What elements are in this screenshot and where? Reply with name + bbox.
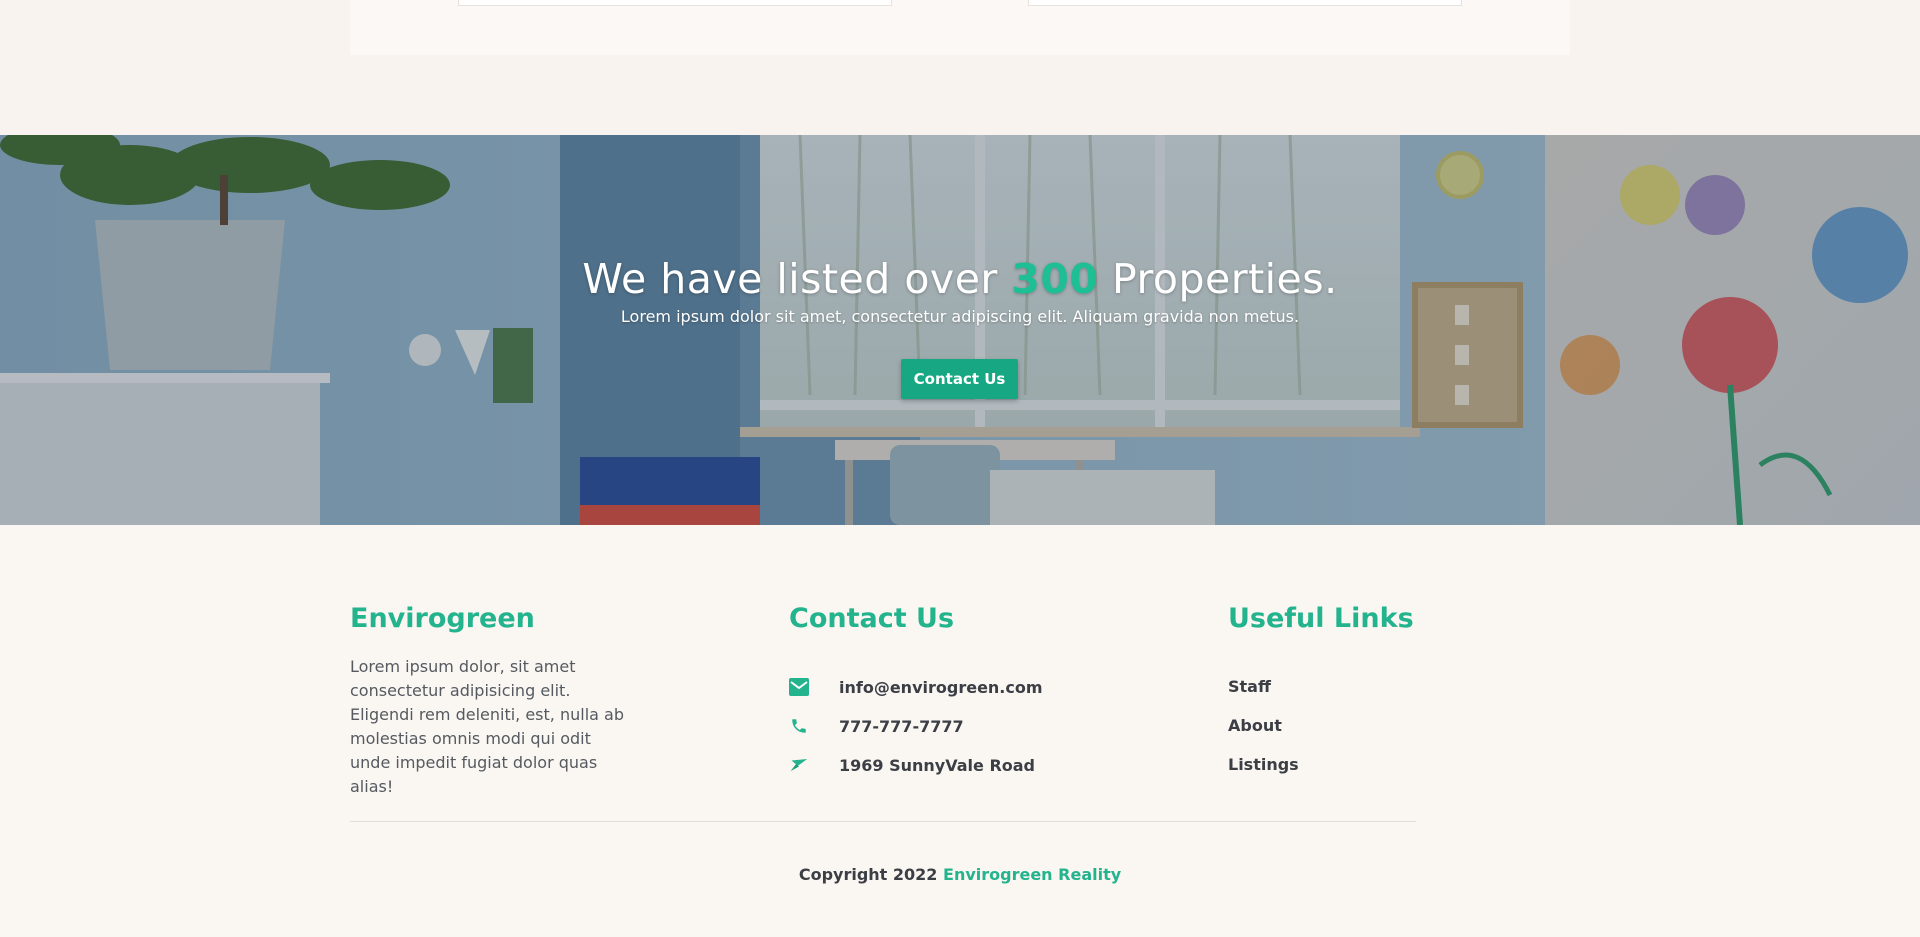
footer-contact-title: Contact Us xyxy=(789,603,955,634)
copyright: Copyright 2022 Envirogreen Reality xyxy=(0,865,1920,884)
footer-link-listings[interactable]: Listings xyxy=(1228,755,1299,774)
hero-subtitle: Lorem ipsum dolor sit amet, consectetur … xyxy=(620,307,1300,326)
footer: Envirogreen Lorem ipsum dolor, sit amet … xyxy=(0,525,1920,937)
contact-address-item[interactable]: 1969 SunnyVale Road xyxy=(789,753,1035,777)
hero-title-number: 300 xyxy=(1011,255,1099,303)
copyright-brand-link[interactable]: Envirogreen Reality xyxy=(943,865,1121,884)
footer-divider xyxy=(350,821,1416,822)
top-section xyxy=(0,0,1920,135)
hero-content: We have listed over 300 Properties. Lore… xyxy=(0,135,1920,525)
contact-address-text: 1969 SunnyVale Road xyxy=(839,755,1035,775)
footer-link-about[interactable]: About xyxy=(1228,716,1282,735)
phone-icon xyxy=(789,716,809,736)
copyright-prefix: Copyright 2022 xyxy=(798,865,938,884)
hero-banner: We have listed over 300 Properties. Lore… xyxy=(0,135,1920,525)
hero-title-before: We have listed over xyxy=(582,255,1012,303)
footer-link-staff[interactable]: Staff xyxy=(1228,677,1271,696)
contact-phone-item[interactable]: 777-777-7777 xyxy=(789,714,964,738)
contact-us-button[interactable]: Contact Us xyxy=(901,359,1018,399)
send-icon xyxy=(789,755,809,775)
footer-links-title: Useful Links xyxy=(1228,603,1414,634)
contact-phone-text: 777-777-7777 xyxy=(839,716,964,736)
footer-about-text: Lorem ipsum dolor, sit amet consectetur … xyxy=(350,657,624,796)
top-card-box-right xyxy=(1028,0,1462,6)
top-card-box-left xyxy=(458,0,892,6)
contact-email-item[interactable]: info@envirogreen.com xyxy=(789,675,1043,699)
contact-email-text: info@envirogreen.com xyxy=(839,677,1043,697)
page: We have listed over 300 Properties. Lore… xyxy=(0,0,1920,937)
hero-title-after: Properties. xyxy=(1098,255,1338,303)
hero-title: We have listed over 300 Properties. xyxy=(0,255,1920,303)
footer-about-title: Envirogreen xyxy=(350,603,535,634)
mail-icon xyxy=(789,677,809,697)
top-card xyxy=(350,0,1570,55)
